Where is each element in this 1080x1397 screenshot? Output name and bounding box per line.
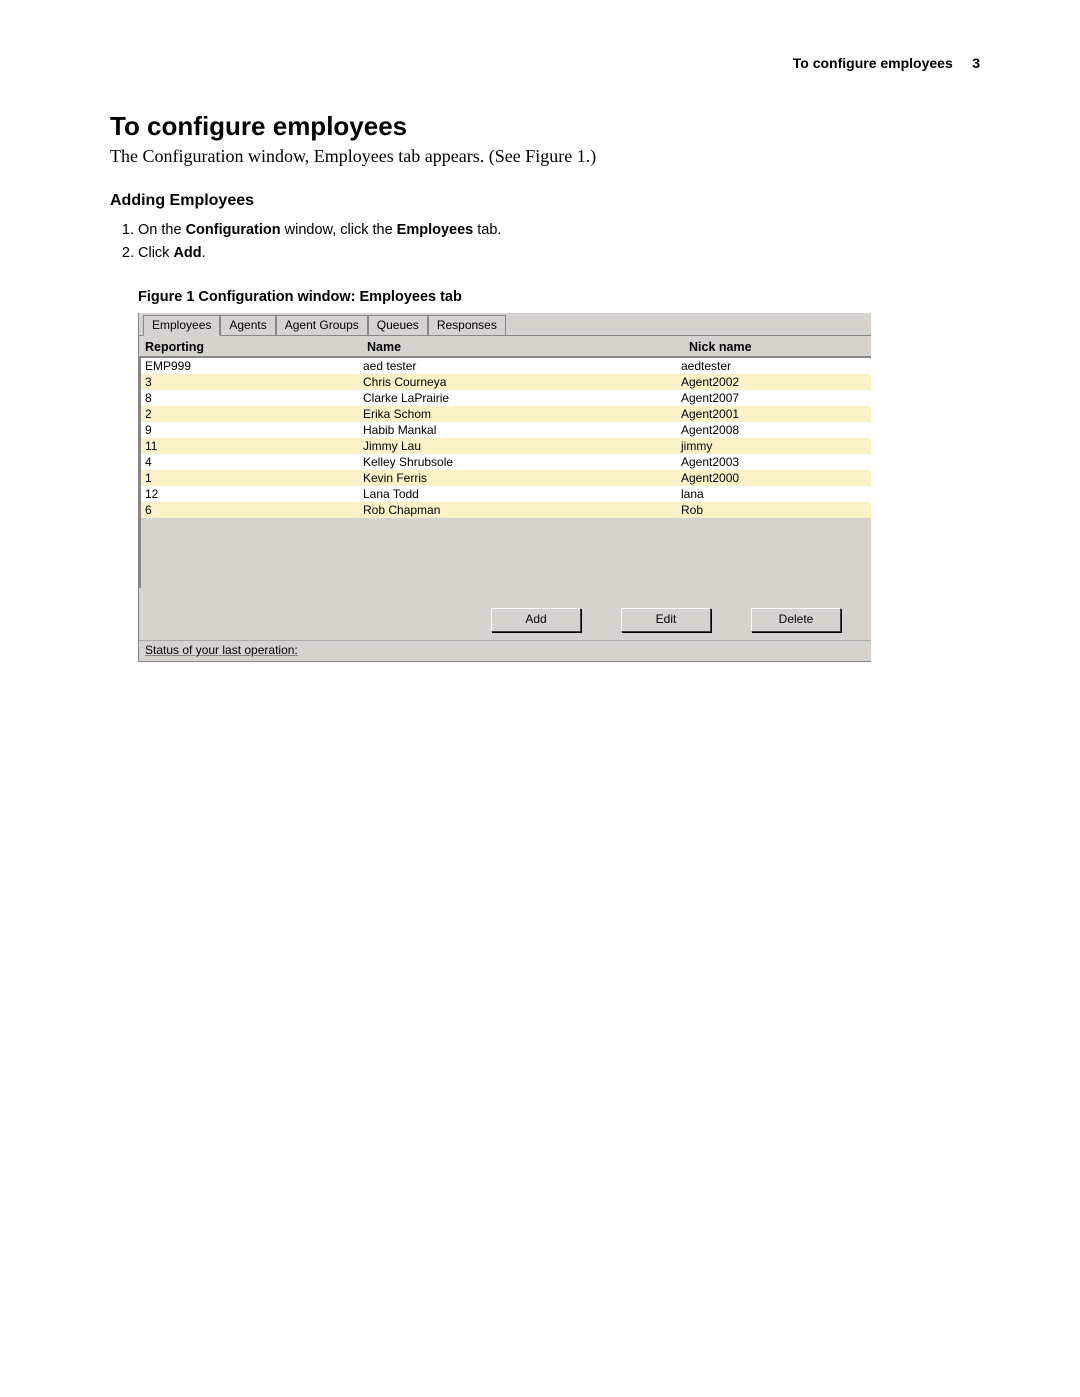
cell-reporting: 3	[141, 374, 359, 390]
step-text: tab.	[473, 222, 501, 238]
cell-name: aed tester	[359, 358, 677, 374]
cell-nickname: Agent2000	[677, 470, 871, 486]
tab-employees[interactable]: Employees	[143, 315, 220, 336]
steps-list: On the Configuration window, click the E…	[138, 220, 980, 264]
cell-reporting: 6	[141, 502, 359, 518]
grid-body: EMP999aed testeraedtester3Chris Courneya…	[139, 358, 871, 518]
tabstrip: Employees Agents Agent Groups Queues Res…	[139, 313, 871, 335]
cell-nickname: Agent2007	[677, 390, 871, 406]
table-row[interactable]: 4Kelley ShrubsoleAgent2003	[141, 454, 871, 470]
cell-reporting: 12	[141, 486, 359, 502]
intro-paragraph: The Configuration window, Employees tab …	[110, 146, 980, 167]
cell-name: Clarke LaPrairie	[359, 390, 677, 406]
cell-name: Rob Chapman	[359, 502, 677, 518]
delete-button[interactable]: Delete	[751, 608, 841, 632]
cell-nickname: Agent2001	[677, 406, 871, 422]
column-header-reporting[interactable]: Reporting	[139, 336, 361, 356]
cell-nickname: Agent2008	[677, 422, 871, 438]
step-bold: Employees	[397, 222, 474, 238]
cell-reporting: 9	[141, 422, 359, 438]
figure-caption: Figure 1 Configuration window: Employees…	[138, 289, 980, 305]
table-row[interactable]: 2Erika SchomAgent2001	[141, 406, 871, 422]
step-text: .	[202, 245, 206, 261]
header-page-number: 3	[972, 55, 980, 71]
table-row[interactable]: 6Rob ChapmanRob	[141, 502, 871, 518]
grid-header: Reporting Name Nick name	[139, 336, 871, 358]
tab-agent-groups[interactable]: Agent Groups	[276, 315, 368, 335]
tab-body: Reporting Name Nick name EMP999aed teste…	[139, 335, 871, 661]
table-row[interactable]: 1Kevin FerrisAgent2000	[141, 470, 871, 486]
cell-reporting: EMP999	[141, 358, 359, 374]
configuration-window: Employees Agents Agent Groups Queues Res…	[138, 313, 871, 662]
step-2: Click Add.	[138, 243, 980, 264]
edit-button[interactable]: Edit	[621, 608, 711, 632]
tab-agents[interactable]: Agents	[220, 315, 275, 335]
column-header-name[interactable]: Name	[361, 336, 683, 356]
cell-nickname: lana	[677, 486, 871, 502]
cell-nickname: aedtester	[677, 358, 871, 374]
document-page: To configure employees 3 To configure em…	[0, 0, 1080, 722]
cell-name: Jimmy Lau	[359, 438, 677, 454]
cell-nickname: Agent2002	[677, 374, 871, 390]
grid-empty-area	[139, 518, 871, 588]
cell-nickname: Agent2003	[677, 454, 871, 470]
step-text: window, click the	[281, 222, 397, 238]
cell-name: Habib Mankal	[359, 422, 677, 438]
cell-reporting: 8	[141, 390, 359, 406]
header-title: To configure employees	[793, 55, 953, 71]
tab-responses[interactable]: Responses	[428, 315, 506, 335]
cell-nickname: jimmy	[677, 438, 871, 454]
table-row[interactable]: 8Clarke LaPrairieAgent2007	[141, 390, 871, 406]
cell-reporting: 4	[141, 454, 359, 470]
cell-reporting: 1	[141, 470, 359, 486]
table-row[interactable]: 9Habib MankalAgent2008	[141, 422, 871, 438]
cell-nickname: Rob	[677, 502, 871, 518]
table-row[interactable]: 11Jimmy Laujimmy	[141, 438, 871, 454]
table-row[interactable]: EMP999aed testeraedtester	[141, 358, 871, 374]
cell-name: Chris Courneya	[359, 374, 677, 390]
step-text: On the	[138, 222, 186, 238]
step-bold: Configuration	[186, 222, 281, 238]
cell-reporting: 11	[141, 438, 359, 454]
add-button[interactable]: Add	[491, 608, 581, 632]
cell-name: Kevin Ferris	[359, 470, 677, 486]
tab-queues[interactable]: Queues	[368, 315, 428, 335]
table-row[interactable]: 12Lana Toddlana	[141, 486, 871, 502]
cell-reporting: 2	[141, 406, 359, 422]
step-1: On the Configuration window, click the E…	[138, 220, 980, 241]
table-row[interactable]: 3Chris CourneyaAgent2002	[141, 374, 871, 390]
button-row: Add Edit Delete	[139, 588, 871, 640]
step-text: Click	[138, 245, 173, 261]
page-title: To configure employees	[110, 111, 980, 142]
cell-name: Lana Todd	[359, 486, 677, 502]
column-header-nickname[interactable]: Nick name	[683, 336, 871, 356]
section-heading-adding-employees: Adding Employees	[110, 192, 980, 210]
status-line: Status of your last operation:	[139, 640, 871, 661]
step-bold: Add	[173, 245, 201, 261]
cell-name: Erika Schom	[359, 406, 677, 422]
page-header: To configure employees 3	[110, 55, 980, 71]
cell-name: Kelley Shrubsole	[359, 454, 677, 470]
